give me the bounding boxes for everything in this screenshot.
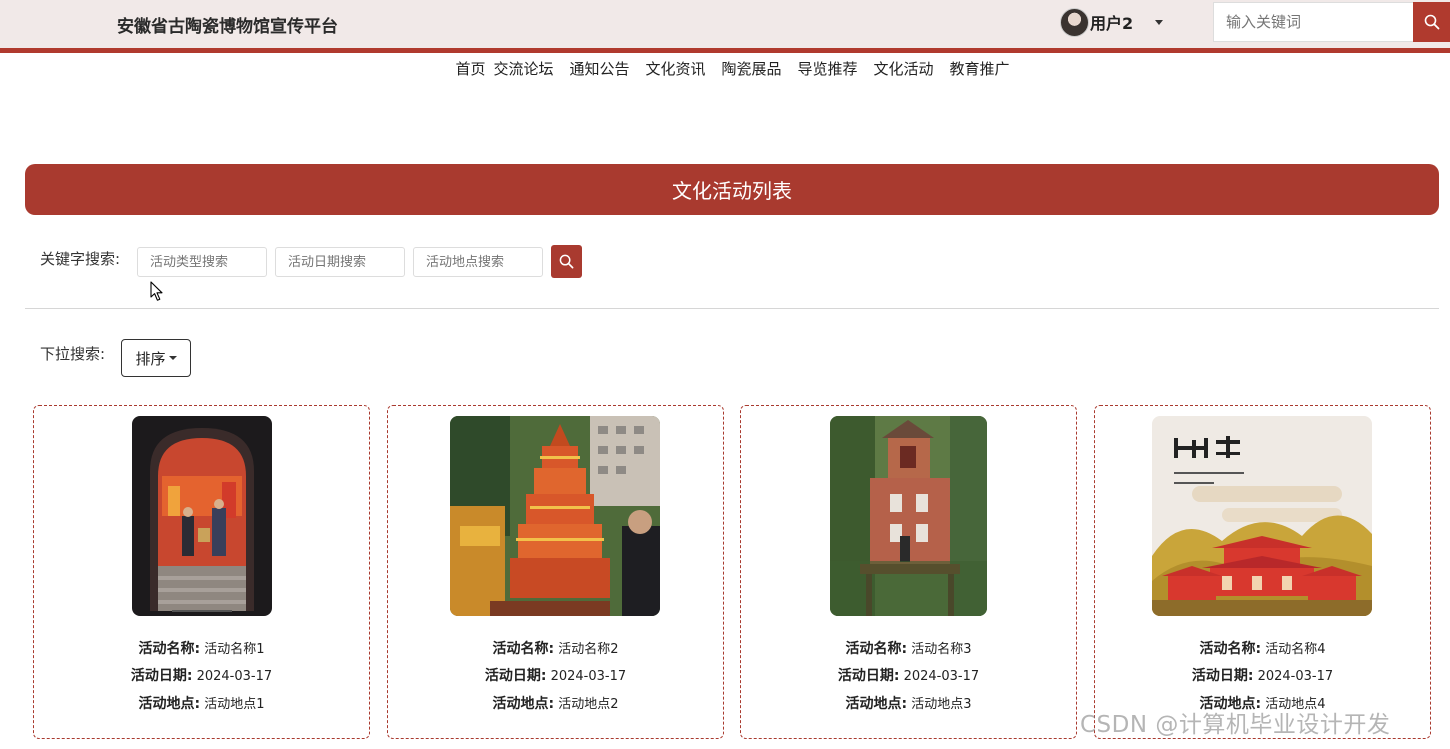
header-search-input[interactable] bbox=[1213, 2, 1415, 42]
nav-item-ceramics[interactable]: 陶瓷展品 bbox=[722, 58, 782, 82]
sort-dropdown-button[interactable]: 排序 bbox=[121, 339, 191, 377]
activity-date: 2024-03-17 bbox=[1257, 669, 1334, 684]
activity-name-row: 活动名称: 活动名称2 bbox=[388, 638, 723, 658]
activity-date: 2024-03-17 bbox=[903, 669, 980, 684]
activity-type-input[interactable] bbox=[137, 247, 267, 277]
activity-place-row: 活动地点: 活动地点2 bbox=[388, 693, 723, 713]
activity-date-label: 活动日期: bbox=[837, 668, 900, 684]
page-title-banner: 文化活动列表 bbox=[25, 164, 1439, 215]
activity-date: 2024-03-17 bbox=[550, 669, 627, 684]
mouse-cursor-icon bbox=[150, 281, 163, 301]
activity-date-input[interactable] bbox=[275, 247, 405, 277]
keyword-search-label: 关键字搜索: bbox=[40, 250, 121, 268]
search-icon bbox=[559, 254, 574, 269]
nav-item-forum[interactable]: 交流论坛 bbox=[493, 58, 553, 82]
activity-image[interactable] bbox=[450, 416, 660, 616]
activity-card[interactable]: 活动名称: 活动名称3 活动日期: 2024-03-17 活动地点: 活动地点3 bbox=[740, 405, 1077, 739]
activity-image[interactable] bbox=[1152, 416, 1372, 616]
activity-name-row: 活动名称: 活动名称3 bbox=[741, 638, 1076, 658]
nav-item-guide[interactable]: 导览推荐 bbox=[798, 58, 858, 82]
activity-name-row: 活动名称: 活动名称4 bbox=[1095, 638, 1430, 658]
activity-place-label: 活动地点: bbox=[138, 696, 201, 712]
activity-image[interactable] bbox=[830, 416, 987, 616]
chevron-down-icon bbox=[1155, 19, 1164, 25]
activity-place-row: 活动地点: 活动地点3 bbox=[741, 693, 1076, 713]
activity-image[interactable] bbox=[132, 416, 272, 616]
activity-card[interactable]: 活动名称: 活动名称2 活动日期: 2024-03-17 活动地点: 活动地点2 bbox=[387, 405, 724, 739]
activity-place-row: 活动地点: 活动地点1 bbox=[34, 693, 369, 713]
user-menu[interactable]: 用户2 bbox=[1060, 7, 1164, 37]
avatar bbox=[1060, 7, 1089, 37]
header-accent-line bbox=[0, 48, 1450, 53]
activity-name-row: 活动名称: 活动名称1 bbox=[34, 638, 369, 658]
nav-item-notices[interactable]: 通知公告 bbox=[569, 58, 629, 82]
activity-name-label: 活动名称: bbox=[138, 641, 201, 657]
activity-place-label: 活动地点: bbox=[492, 696, 555, 712]
activity-card[interactable]: 活动名称: 活动名称1 活动日期: 2024-03-17 活动地点: 活动地点1 bbox=[33, 405, 370, 739]
site-title: 安徽省古陶瓷博物馆宣传平台 bbox=[117, 17, 338, 37]
activity-card[interactable]: 活动名称: 活动名称4 活动日期: 2024-03-17 活动地点: 活动地点4 bbox=[1094, 405, 1431, 739]
activity-date-row: 活动日期: 2024-03-17 bbox=[388, 665, 723, 685]
main-nav: 首页 交流论坛 通知公告 文化资讯 陶瓷展品 导览推荐 文化活动 教育推广 bbox=[0, 58, 1450, 82]
activity-name-label: 活动名称: bbox=[845, 641, 908, 657]
watermark: CSDN @计算机毕业设计开发 bbox=[1080, 712, 1391, 738]
sort-label: 排序 bbox=[135, 349, 166, 368]
activity-date: 2024-03-17 bbox=[196, 669, 273, 684]
activity-name: 活动名称2 bbox=[558, 642, 619, 657]
activity-date-label: 活动日期: bbox=[130, 668, 193, 684]
activity-date-row: 活动日期: 2024-03-17 bbox=[1095, 665, 1430, 685]
nav-item-home[interactable]: 首页 bbox=[455, 58, 485, 82]
user-name: 用户2 bbox=[1090, 14, 1134, 33]
dropdown-search-label: 下拉搜索: bbox=[40, 345, 106, 363]
activity-place: 活动地点1 bbox=[204, 697, 265, 712]
nav-item-education[interactable]: 教育推广 bbox=[950, 58, 1010, 82]
nav-item-activities[interactable]: 文化活动 bbox=[874, 58, 934, 82]
activity-date-label: 活动日期: bbox=[1191, 668, 1254, 684]
activity-date-label: 活动日期: bbox=[484, 668, 547, 684]
activity-name-label: 活动名称: bbox=[1199, 641, 1262, 657]
activity-place: 活动地点3 bbox=[911, 697, 972, 712]
activity-place: 活动地点2 bbox=[558, 697, 619, 712]
activity-name: 活动名称1 bbox=[204, 642, 265, 657]
page-title: 文化活动列表 bbox=[672, 179, 792, 203]
activity-date-row: 活动日期: 2024-03-17 bbox=[34, 665, 369, 685]
filter-search-button[interactable] bbox=[551, 245, 582, 278]
activity-name-label: 活动名称: bbox=[492, 641, 555, 657]
divider bbox=[25, 308, 1439, 309]
activity-place-label: 活动地点: bbox=[845, 696, 908, 712]
activity-name: 活动名称4 bbox=[1265, 642, 1326, 657]
header-search-button[interactable] bbox=[1413, 2, 1450, 42]
search-icon bbox=[1424, 14, 1439, 30]
caret-down-icon bbox=[168, 356, 177, 360]
activity-date-row: 活动日期: 2024-03-17 bbox=[741, 665, 1076, 685]
activity-name: 活动名称3 bbox=[911, 642, 972, 657]
nav-item-culture-news[interactable]: 文化资讯 bbox=[645, 58, 705, 82]
activity-place-input[interactable] bbox=[413, 247, 543, 277]
